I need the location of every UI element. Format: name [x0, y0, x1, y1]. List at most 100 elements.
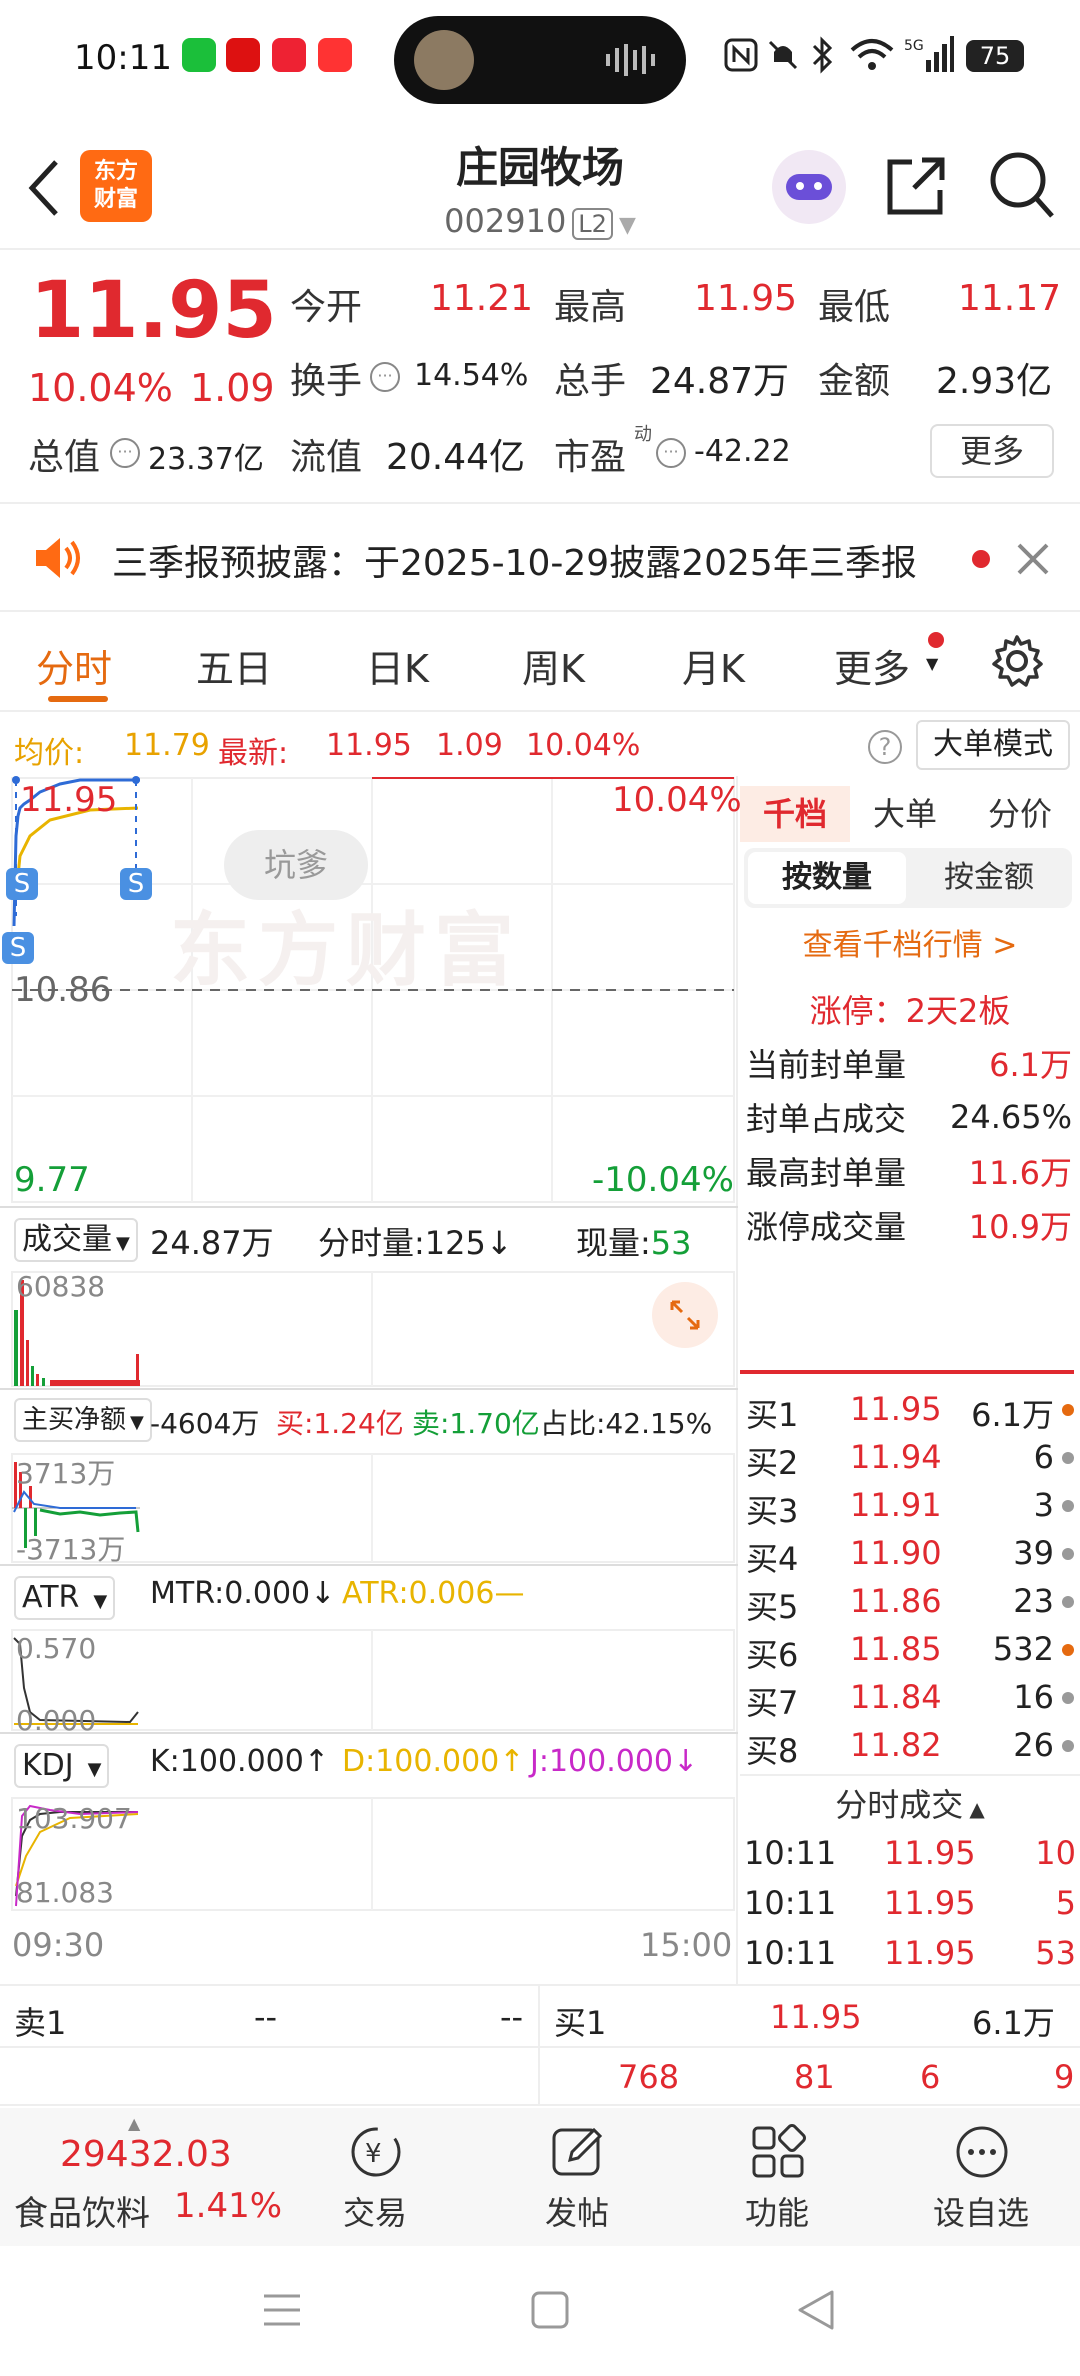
tab-big-order[interactable]: 大单: [850, 786, 960, 842]
mktcap-value: 23.37亿: [148, 442, 264, 477]
bid-divider: [740, 1370, 1074, 1374]
bid-volume: 6: [1033, 1438, 1054, 1476]
sub-tab-by-amount[interactable]: 按金额: [910, 852, 1068, 904]
minute-volume: 分时量:125↓: [318, 1224, 513, 1262]
more-button[interactable]: 更多: [930, 424, 1054, 478]
kdj-indicator-select[interactable]: KDJ ▼: [14, 1744, 110, 1788]
function-button[interactable]: 功能: [722, 2124, 832, 2242]
volume-indicator-select[interactable]: 成交量 ▼: [14, 1218, 138, 1262]
dynamic-island[interactable]: [394, 16, 686, 104]
tab-level-1000[interactable]: 千档: [740, 786, 850, 842]
float-label: 流值: [290, 437, 363, 478]
trade-button[interactable]: ¥ 交易: [320, 2124, 430, 2242]
info-icon[interactable]: ···: [110, 438, 140, 468]
bid-level: 买2: [746, 1444, 799, 1482]
volume-value: 24.87万: [650, 361, 790, 402]
sub-tab-by-quantity[interactable]: 按数量: [748, 852, 906, 904]
kdj-bottom: 81.083: [16, 1876, 114, 1909]
tab-weekly-k[interactable]: 周K: [522, 638, 585, 693]
bid-price: 11.84: [850, 1678, 942, 1716]
bid-volume: 26: [1013, 1726, 1054, 1764]
chart-bottom-pct: -10.04%: [592, 1160, 734, 1200]
limit-stat-value: 10.9万: [968, 1208, 1072, 1246]
atr-indicator-select[interactable]: ATR ▼: [14, 1576, 116, 1620]
open-value: 11.21: [430, 278, 534, 319]
expand-icon[interactable]: [652, 1282, 718, 1348]
bid-level: 买5: [746, 1588, 799, 1626]
ticks-header[interactable]: 分时成交 ▲: [740, 1780, 1080, 1826]
svg-text:5G: 5G: [904, 38, 924, 54]
tab-five-day[interactable]: 五日: [196, 638, 272, 693]
sell-marker[interactable]: S: [2, 932, 34, 964]
speaker-icon: [36, 538, 80, 578]
limit-stat-value: 6.1万: [989, 1046, 1072, 1084]
bid-price: 11.82: [850, 1726, 942, 1764]
sell-marker[interactable]: S: [120, 868, 152, 900]
info-icon[interactable]: ···: [370, 362, 400, 392]
add-watchlist-button[interactable]: 设自选: [916, 2124, 1046, 2242]
comment-bubble[interactable]: 坑爹: [224, 830, 368, 900]
tick-price: 11.95: [884, 1934, 976, 1972]
time-start: 09:30: [12, 1926, 105, 1964]
notice-bar[interactable]: 三季报预披露：于2025-10-29披露2025年三季报: [0, 506, 1080, 612]
function-label: 功能: [744, 2194, 809, 2232]
bid-dot: [1062, 1548, 1074, 1560]
view-level-link[interactable]: 查看千档行情 >: [740, 920, 1080, 964]
share-icon[interactable]: [884, 154, 948, 218]
assistant-robot-icon[interactable]: [772, 150, 846, 224]
home-icon[interactable]: [530, 2290, 570, 2330]
sell-marker[interactable]: S: [6, 868, 38, 900]
tab-more[interactable]: 更多: [834, 638, 910, 693]
help-icon[interactable]: ?: [868, 730, 902, 764]
price-summary-line: 均价: 11.79 最新: 11.95 1.09 10.04% ? 大单模式: [0, 714, 1080, 774]
system-nav-bar: [0, 2246, 1080, 2376]
add-watchlist-label: 设自选: [932, 2194, 1029, 2232]
bottom-order-strip[interactable]: 卖1 -- -- 买1 11.95 6.1万 768 81 6 9: [0, 1984, 1080, 2106]
bid-row[interactable]: 买5 11.86 23: [746, 1578, 1074, 1626]
tab-daily-k[interactable]: 日K: [366, 638, 429, 693]
ask1-label: 卖1: [14, 2004, 67, 2042]
dropdown-icon: ▼: [618, 213, 636, 238]
tab-price-split[interactable]: 分价: [960, 786, 1080, 842]
bid-row[interactable]: 买8 11.82 26: [746, 1722, 1074, 1770]
info-icon[interactable]: ···: [656, 438, 686, 468]
tab-intraday[interactable]: 分时: [36, 638, 112, 693]
tab-indicator: [48, 696, 108, 702]
bid-row[interactable]: 买7 11.84 16: [746, 1674, 1074, 1722]
search-icon[interactable]: [988, 150, 1054, 220]
tick-time: 10:11: [744, 1934, 837, 1972]
stock-code: 002910: [444, 202, 567, 240]
bid-row[interactable]: 买4 11.90 39: [746, 1530, 1074, 1578]
bid-row[interactable]: 买1 11.95 6.1万: [746, 1386, 1074, 1434]
limit-stat-label: 最高封单量: [746, 1154, 907, 1192]
volume-chart[interactable]: [0, 1270, 738, 1388]
gear-icon[interactable]: [990, 634, 1044, 688]
flow-indicator-select[interactable]: 主买净额 ▼: [14, 1398, 152, 1442]
flow-net: -4604万: [150, 1407, 260, 1440]
post-button[interactable]: 发帖: [522, 2124, 632, 2242]
ask1-volume: --: [500, 1998, 524, 2036]
index-value: 29432.03: [60, 2134, 232, 2175]
queue-item: 6: [920, 2058, 941, 2096]
last-price: 11.95: [30, 266, 277, 356]
sector-index[interactable]: 29432.03 食品饮料 1.41%: [0, 2128, 282, 2238]
close-icon[interactable]: [1016, 542, 1050, 576]
atr-chart[interactable]: [0, 1628, 738, 1732]
back-nav-icon[interactable]: [796, 2288, 836, 2332]
bid-row[interactable]: 买3 11.91 3: [746, 1482, 1074, 1530]
bid-level: 买4: [746, 1540, 799, 1578]
menu-icon[interactable]: [262, 2290, 302, 2330]
bid-row[interactable]: 买6 11.85 532: [746, 1626, 1074, 1674]
chart-bottom-price: 9.77: [14, 1160, 90, 1200]
time-end: 15:00: [640, 1926, 733, 1964]
tab-monthly-k[interactable]: 月K: [682, 638, 745, 693]
high-label: 最高: [554, 287, 627, 328]
flow-top: 3713万: [16, 1457, 116, 1490]
edit-icon: [552, 2127, 603, 2176]
signal-icon: 5G: [904, 36, 954, 72]
index-pct: 1.41%: [174, 2186, 283, 2226]
last-label: 最新:: [218, 736, 289, 771]
tick-price: 11.95: [884, 1884, 976, 1922]
big-order-mode-button[interactable]: 大单模式: [916, 720, 1070, 770]
bid-row[interactable]: 买2 11.94 6: [746, 1434, 1074, 1482]
